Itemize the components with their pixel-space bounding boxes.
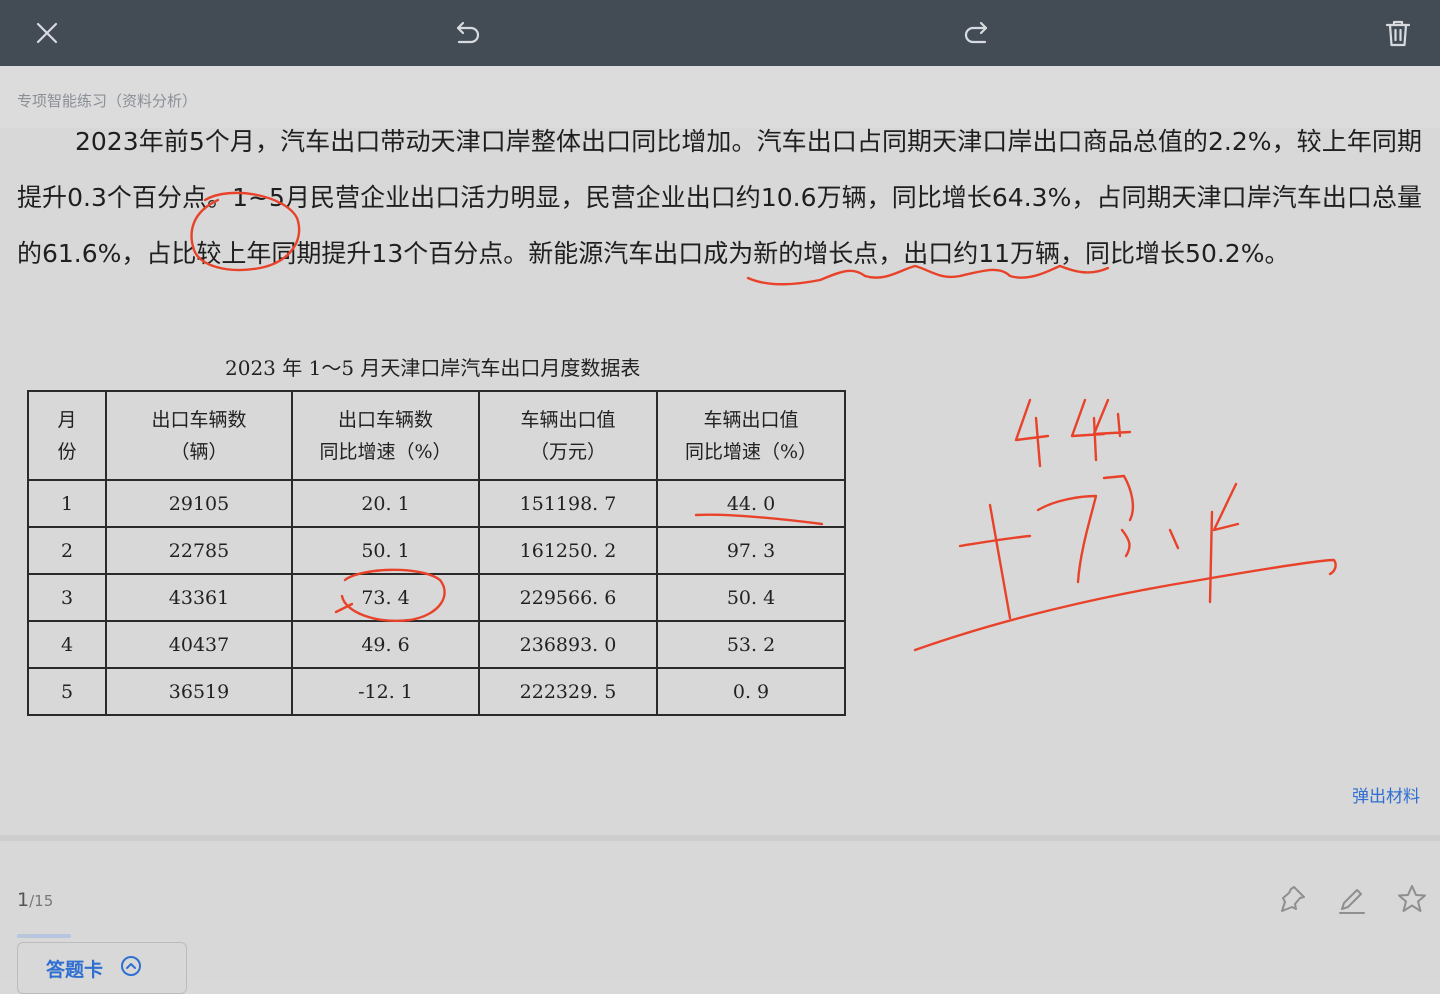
cell: 53. 2 bbox=[656, 620, 846, 669]
data-table: 月份 出口车辆数 （辆） 出口车辆数 同比增速（%） 车辆出口值 （万元） 车辆出口值… bbox=[27, 390, 846, 716]
cell: -12. 1 bbox=[291, 667, 480, 716]
header-export-vehicles: 出口车辆数 （辆） bbox=[105, 390, 293, 481]
cell: 44. 0 bbox=[656, 479, 846, 528]
cell: 29105 bbox=[105, 479, 293, 528]
chevron-up-circle-icon bbox=[120, 955, 142, 977]
cell: 43361 bbox=[105, 573, 293, 622]
trash-icon[interactable] bbox=[1377, 12, 1419, 54]
cell: 1 bbox=[27, 479, 107, 528]
cell: 50. 1 bbox=[291, 526, 480, 575]
table-row: 2 22785 50. 1 161250. 2 97. 3 bbox=[27, 526, 846, 575]
close-icon[interactable] bbox=[26, 12, 68, 54]
header-value-growth: 车辆出口值 同比增速（%） bbox=[656, 390, 846, 481]
table-row: 5 36519 -12. 1 222329. 5 0. 9 bbox=[27, 667, 846, 716]
cell: 161250. 2 bbox=[478, 526, 658, 575]
cell: 40437 bbox=[105, 620, 293, 669]
answer-card-button[interactable]: 答题卡 bbox=[17, 942, 187, 994]
cell: 22785 bbox=[105, 526, 293, 575]
cell: 36519 bbox=[105, 667, 293, 716]
breadcrumb-bar: 专项智能练习（资料分析） bbox=[0, 66, 1440, 128]
page-indicator: 1/15 bbox=[17, 889, 53, 911]
cell: 73. 4 bbox=[291, 573, 480, 622]
page-total: /15 bbox=[29, 892, 54, 910]
material-content[interactable]: 2023年前5个月，汽车出口带动天津口岸整体出口同比增加。汽车出口占同期天津口岸… bbox=[0, 100, 1440, 835]
cell: 97. 3 bbox=[656, 526, 846, 575]
table-row: 3 43361 73. 4 229566. 6 50. 4 bbox=[27, 573, 846, 622]
cell: 151198. 7 bbox=[478, 479, 658, 528]
passage-text: 2023年前5个月，汽车出口带动天津口岸整体出口同比增加。汽车出口占同期天津口岸… bbox=[17, 114, 1422, 282]
bottom-bar: 1/15 答题卡 bbox=[0, 841, 1440, 994]
passage-paragraph: 2023年前5个月，汽车出口带动天津口岸整体出口同比增加。汽车出口占同期天津口岸… bbox=[17, 127, 1422, 268]
pin-icon[interactable] bbox=[1276, 883, 1308, 915]
star-icon[interactable] bbox=[1396, 883, 1428, 915]
undo-icon[interactable] bbox=[446, 12, 488, 54]
table-row: 4 40437 49. 6 236893. 0 53. 2 bbox=[27, 620, 846, 669]
header-month: 月份 bbox=[27, 390, 107, 481]
cell: 222329. 5 bbox=[478, 667, 658, 716]
redo-icon[interactable] bbox=[956, 12, 998, 54]
table-title: 2023 年 1～5 月天津口岸汽车出口月度数据表 bbox=[225, 356, 641, 380]
page-current: 1 bbox=[17, 889, 30, 911]
cell: 50. 4 bbox=[656, 573, 846, 622]
cell: 5 bbox=[27, 667, 107, 716]
cell: 2 bbox=[27, 526, 107, 575]
cell: 0. 9 bbox=[656, 667, 846, 716]
table-row: 1 29105 20. 1 151198. 7 44. 0 bbox=[27, 479, 846, 528]
cell: 236893. 0 bbox=[478, 620, 658, 669]
cell: 20. 1 bbox=[291, 479, 480, 528]
answer-card-label: 答题卡 bbox=[46, 959, 104, 981]
drag-handle[interactable] bbox=[17, 934, 71, 938]
top-toolbar bbox=[0, 0, 1440, 66]
cell: 4 bbox=[27, 620, 107, 669]
cell: 229566. 6 bbox=[478, 573, 658, 622]
cell: 3 bbox=[27, 573, 107, 622]
cell: 49. 6 bbox=[291, 620, 480, 669]
breadcrumb: 专项智能练习（资料分析） bbox=[17, 92, 198, 110]
popout-material-button[interactable]: 弹出材料 bbox=[1352, 782, 1420, 807]
header-export-value: 车辆出口值 （万元） bbox=[478, 390, 658, 481]
header-vehicles-growth: 出口车辆数 同比增速（%） bbox=[291, 390, 480, 481]
edit-icon[interactable] bbox=[1336, 883, 1368, 915]
